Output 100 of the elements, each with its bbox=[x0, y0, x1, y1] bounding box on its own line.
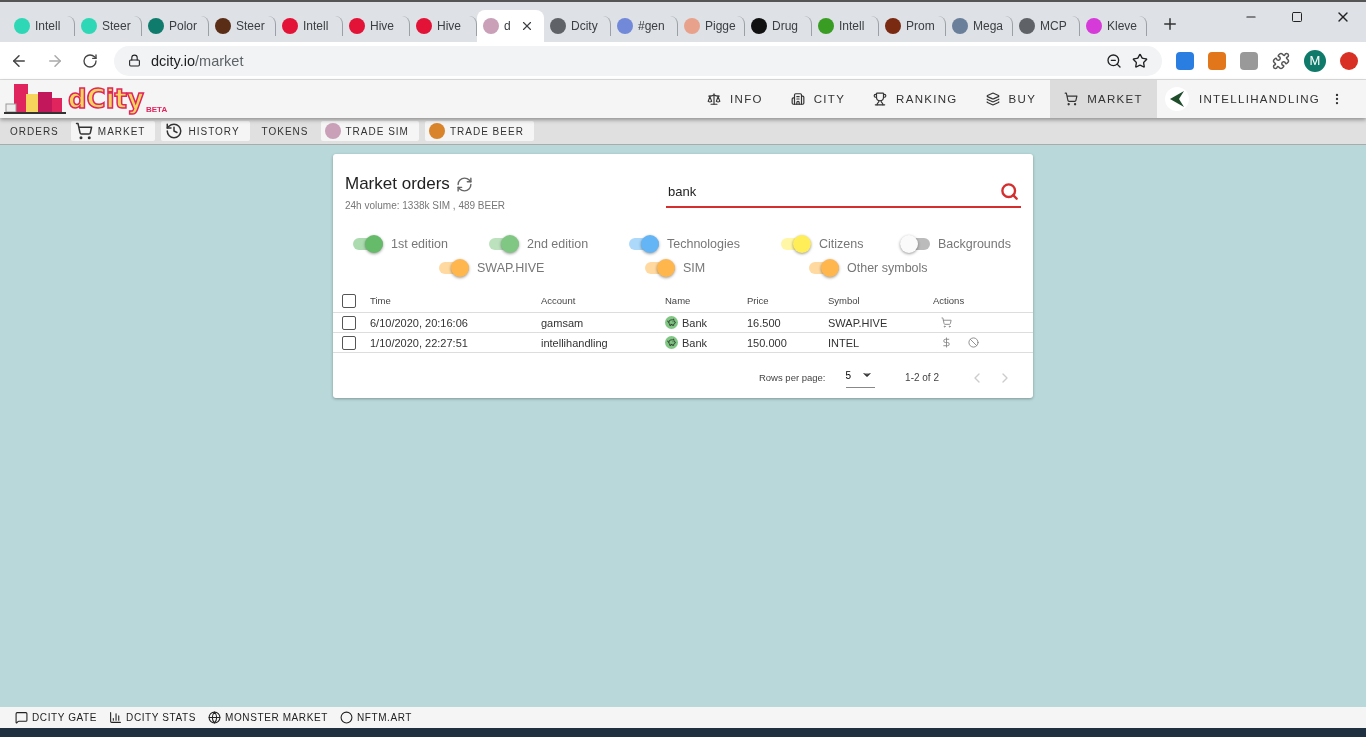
browser-tab[interactable]: Intell bbox=[276, 16, 343, 36]
browser-tab[interactable]: Prom bbox=[879, 16, 946, 36]
filter-label: SIM bbox=[683, 261, 706, 275]
subnav-button[interactable]: MARKET bbox=[70, 121, 156, 141]
plus-icon[interactable] bbox=[1161, 15, 1179, 33]
nav-tab[interactable]: MARKET bbox=[1050, 80, 1157, 118]
profile-avatar[interactable]: M bbox=[1304, 49, 1326, 72]
close-icon[interactable] bbox=[520, 19, 534, 33]
cart-icon bbox=[1064, 92, 1079, 106]
toggle-switch[interactable] bbox=[629, 238, 659, 250]
toggle-switch[interactable] bbox=[900, 238, 930, 250]
column-header: Symbol bbox=[828, 295, 861, 306]
extension-icon[interactable] bbox=[1240, 51, 1258, 70]
user-menu-button[interactable]: INTELLIHANDLING bbox=[1156, 80, 1366, 118]
beta-label: BETA bbox=[146, 105, 168, 114]
browser-tab[interactable]: Polor bbox=[142, 16, 209, 36]
toggle-switch[interactable] bbox=[781, 238, 811, 250]
footer-link[interactable]: NFTM.ART bbox=[339, 711, 413, 724]
browser-tab[interactable]: Dcity bbox=[544, 16, 611, 36]
filter-label: SWAP.HIVE bbox=[477, 261, 545, 275]
stack-icon bbox=[985, 92, 1000, 106]
piggy-bank-icon bbox=[665, 336, 678, 349]
cart-icon bbox=[74, 122, 93, 140]
nav-tab[interactable]: CITY bbox=[776, 80, 860, 118]
column-header: Account bbox=[541, 295, 577, 306]
checkbox[interactable] bbox=[342, 335, 356, 350]
bookmark-star-icon[interactable] bbox=[1132, 52, 1148, 69]
footer-link[interactable]: MONSTER MARKET bbox=[208, 711, 328, 724]
section-label: ORDERS bbox=[9, 125, 60, 137]
table-cell-text: gamsam bbox=[541, 316, 585, 329]
token-icon bbox=[324, 123, 341, 139]
search-field[interactable]: bank bbox=[666, 176, 1021, 208]
filter-label: 2nd edition bbox=[527, 237, 589, 251]
subnav-button[interactable]: TRADE BEER bbox=[424, 121, 534, 141]
refresh-icon[interactable] bbox=[455, 175, 473, 193]
item-name: Bank bbox=[682, 336, 708, 349]
browser-tab[interactable]: Drug bbox=[745, 16, 812, 36]
zoom-out-icon[interactable] bbox=[1106, 52, 1122, 69]
section-label: TOKENS bbox=[260, 125, 310, 137]
extension-icon[interactable] bbox=[1176, 51, 1194, 70]
dollar-icon[interactable] bbox=[941, 337, 952, 348]
search-icon[interactable] bbox=[1000, 182, 1019, 201]
footer-link[interactable]: DCITY GATE bbox=[15, 711, 98, 724]
table-cell-text: intellihandling bbox=[541, 336, 609, 349]
column-header: Name bbox=[665, 295, 692, 306]
table-cell-text: SWAP.HIVE bbox=[828, 316, 889, 329]
subnav-button[interactable]: HISTORY bbox=[161, 121, 250, 141]
table-cell-text: 16.500 bbox=[747, 316, 782, 329]
toggle-switch[interactable] bbox=[489, 238, 519, 250]
browser-tab[interactable]: Steer bbox=[209, 16, 276, 36]
rows-per-page-select[interactable]: 5 bbox=[845, 367, 876, 388]
browser-tab[interactable]: Mega bbox=[946, 16, 1013, 36]
browser-tab[interactable]: MCP bbox=[1013, 16, 1080, 36]
column-header: Price bbox=[747, 295, 770, 306]
filter-label: 1st edition bbox=[391, 237, 448, 251]
column-header: Actions bbox=[933, 295, 966, 306]
toggle-switch[interactable] bbox=[645, 262, 675, 274]
browser-tab[interactable]: Intell bbox=[812, 16, 879, 36]
browser-tab[interactable]: Intell bbox=[8, 16, 75, 36]
item-name: Bank bbox=[682, 316, 708, 329]
filter-label: Backgrounds bbox=[938, 237, 1011, 251]
fox-extension-icon[interactable] bbox=[1208, 51, 1226, 70]
cart-icon[interactable] bbox=[941, 317, 952, 328]
browser-tab[interactable]: Hive bbox=[410, 16, 477, 36]
scale-icon bbox=[707, 92, 722, 106]
chat-icon bbox=[15, 711, 28, 724]
nav-tab[interactable]: RANKING bbox=[859, 80, 972, 118]
footer-link[interactable]: DCITY STATS bbox=[109, 711, 197, 724]
update-icon[interactable] bbox=[1340, 51, 1358, 70]
browser-tab[interactable]: #gen bbox=[611, 16, 678, 36]
browser-tab[interactable]: d bbox=[477, 10, 544, 42]
buildings-icon bbox=[790, 92, 805, 106]
token-icon bbox=[428, 123, 445, 139]
table-cell-text: 1/10/2020, 22:27:51 bbox=[370, 336, 469, 349]
extensions-puzzle-icon[interactable] bbox=[1272, 51, 1290, 70]
toggle-switch[interactable] bbox=[353, 238, 383, 250]
bar-chart-icon bbox=[109, 711, 123, 724]
page-range-text: 1-2 of 2 bbox=[905, 372, 939, 383]
cancel-icon[interactable] bbox=[968, 337, 979, 348]
toggle-thumb bbox=[900, 235, 918, 253]
checkbox[interactable] bbox=[342, 293, 356, 308]
trophy-icon bbox=[873, 92, 888, 106]
logo-text: dCity bbox=[68, 84, 144, 114]
lock-icon bbox=[128, 54, 141, 67]
browser-tab[interactable]: Pigge bbox=[678, 16, 745, 36]
maximize-icon[interactable] bbox=[1291, 11, 1303, 23]
subnav-button[interactable]: TRADE SIM bbox=[320, 121, 419, 141]
checkbox[interactable] bbox=[342, 315, 356, 330]
circle-icon bbox=[339, 711, 353, 724]
browser-tab[interactable]: Hive bbox=[343, 16, 410, 36]
volume-text: 24h volume: 1338k SIM , 489 BEER bbox=[345, 200, 507, 211]
toggle-switch[interactable] bbox=[809, 262, 839, 274]
nav-tab[interactable]: INFO bbox=[693, 80, 777, 118]
column-header: Time bbox=[370, 295, 392, 306]
browser-tab[interactable]: Steer bbox=[75, 16, 142, 36]
address-bar[interactable]: dcity.io/market bbox=[114, 45, 1162, 76]
filter-label: Citizens bbox=[819, 237, 864, 251]
nav-tab[interactable]: BUY bbox=[971, 80, 1051, 118]
toggle-switch[interactable] bbox=[439, 262, 469, 274]
browser-tab[interactable]: Kleve bbox=[1080, 16, 1147, 36]
